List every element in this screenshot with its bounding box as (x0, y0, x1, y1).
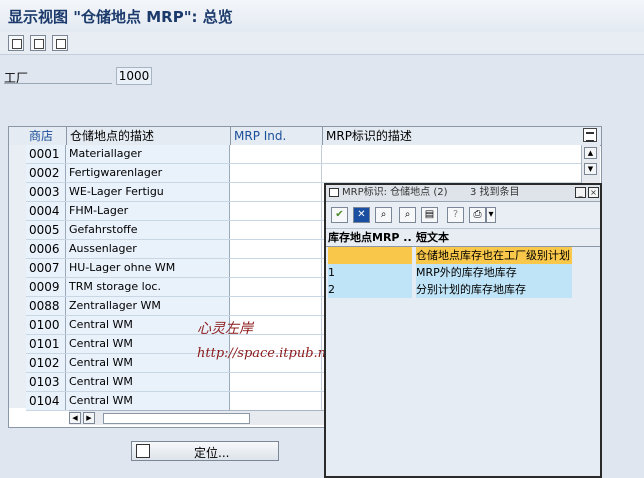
popup-list-item[interactable]: 仓储地点库存也在工厂级别计划 (326, 247, 600, 264)
position-button-label: 定位... (194, 446, 230, 460)
mrp-ind-cell[interactable] (230, 145, 322, 163)
popup-code-cell[interactable]: 1 (328, 264, 412, 281)
mrp-ind-cell[interactable] (230, 297, 322, 315)
table-settings-icon[interactable] (583, 128, 597, 142)
scroll-up-icon[interactable]: ▲ (584, 147, 597, 159)
mrp-ind-cell[interactable] (230, 392, 322, 410)
column-header-description[interactable]: 仓储地点的描述 (67, 127, 231, 145)
store-cell[interactable]: 0104 (26, 392, 66, 410)
description-cell[interactable]: Fertigwarenlager (66, 164, 230, 182)
export-icon[interactable] (52, 35, 68, 51)
plant-value-field: 1000 (116, 67, 152, 85)
scroll-down-icon[interactable]: ▼ (584, 163, 597, 175)
description-cell[interactable]: Central WM (66, 373, 230, 391)
horizontal-scroll-thumb[interactable] (103, 413, 250, 424)
store-cell[interactable]: 0088 (26, 297, 66, 315)
store-cell[interactable]: 0002 (26, 164, 66, 182)
store-cell[interactable]: 0101 (26, 335, 66, 353)
column-header-store[interactable]: 商店 (26, 127, 67, 145)
help-icon[interactable]: ? (447, 207, 464, 223)
store-cell[interactable]: 0100 (26, 316, 66, 334)
description-cell[interactable]: Materiallager (66, 145, 230, 163)
print-icon[interactable]: ⎙ (469, 207, 486, 223)
mrp-ind-cell[interactable] (230, 221, 322, 239)
application-toolbar (0, 32, 644, 55)
print-preview-icon[interactable] (30, 35, 46, 51)
mrp-ind-cell[interactable] (230, 278, 322, 296)
position-icon (136, 444, 150, 458)
popup-column-mrp[interactable]: 库存地点MRP ... (328, 230, 412, 246)
mrp-ind-cell[interactable] (230, 373, 322, 391)
popup-text-cell[interactable]: 分别计划的库存地库存 (416, 281, 572, 298)
table-row[interactable]: 0002 Fertigwarenlager (26, 164, 581, 183)
store-cell[interactable]: 0006 (26, 240, 66, 258)
restrict-values-icon[interactable]: ▤ (421, 207, 438, 223)
popup-text-cell[interactable]: MRP外的库存地库存 (416, 264, 572, 281)
row-selector-column[interactable] (9, 145, 27, 408)
description-cell[interactable]: Central WM (66, 392, 230, 410)
store-cell[interactable]: 0003 (26, 183, 66, 201)
description-cell[interactable]: Gefahrstoffe (66, 221, 230, 239)
store-cell[interactable]: 0001 (26, 145, 66, 163)
popup-list-item[interactable]: 2 分别计划的库存地库存 (326, 281, 600, 298)
popup-table-header: 库存地点MRP ... 短文本 (326, 230, 600, 247)
table-row[interactable]: 0001 Materiallager (26, 145, 581, 164)
cancel-icon[interactable]: ✕ (353, 207, 370, 223)
description-cell[interactable]: WE-Lager Fertigu (66, 183, 230, 201)
popup-entry-count: 3 找到条目 (470, 187, 520, 198)
details-icon[interactable] (8, 35, 24, 51)
minimize-icon[interactable]: _ (575, 187, 586, 198)
store-cell[interactable]: 0102 (26, 354, 66, 372)
popup-title-bar: MRP标识: 仓储地点 (2) 3 找到条目 _ × (326, 185, 600, 202)
popup-title: MRP标识: 仓储地点 (2) (342, 187, 448, 198)
description-cell[interactable]: Zentrallager WM (66, 297, 230, 315)
column-header-mrp-desc[interactable]: MRP标识的描述 (323, 127, 581, 145)
column-header-mrp-ind[interactable]: MRP Ind. (231, 127, 323, 145)
description-cell[interactable]: HU-Lager ohne WM (66, 259, 230, 277)
popup-window-icon (329, 188, 339, 197)
popup-list-item[interactable]: 1 MRP外的库存地库存 (326, 264, 600, 281)
mrp-desc-cell[interactable] (322, 164, 581, 182)
description-cell[interactable]: TRM storage loc. (66, 278, 230, 296)
store-cell[interactable]: 0005 (26, 221, 66, 239)
print-dropdown-icon[interactable]: ▾ (486, 207, 496, 223)
scroll-left-icon[interactable]: ◀ (69, 412, 81, 424)
popup-column-short-text[interactable]: 短文本 (416, 230, 572, 246)
store-cell[interactable]: 0103 (26, 373, 66, 391)
scroll-right-icon[interactable]: ▶ (83, 412, 95, 424)
table-header: 商店 仓储地点的描述 MRP Ind. MRP标识的描述 (9, 127, 601, 146)
page-title: 显示视图 "仓储地点 MRP": 总览 (8, 8, 233, 26)
popup-code-cell[interactable] (328, 247, 412, 264)
description-cell[interactable]: FHM-Lager (66, 202, 230, 220)
mrp-ind-cell[interactable] (230, 259, 322, 277)
store-cell[interactable]: 0009 (26, 278, 66, 296)
find-next-icon[interactable]: ⌕ (399, 207, 416, 223)
watermark-name: 心灵左岸 (197, 321, 253, 337)
store-cell[interactable]: 0004 (26, 202, 66, 220)
description-cell[interactable]: Aussenlager (66, 240, 230, 258)
plant-underline (4, 83, 112, 84)
store-cell[interactable]: 0007 (26, 259, 66, 277)
confirm-checkmark-icon[interactable]: ✔ (331, 207, 348, 223)
mrp-desc-cell[interactable] (322, 145, 581, 163)
title-bar: 显示视图 "仓储地点 MRP": 总览 (0, 0, 644, 33)
close-icon[interactable]: × (588, 187, 599, 198)
mrp-ind-cell[interactable] (230, 202, 322, 220)
mrp-ind-cell[interactable] (230, 240, 322, 258)
popup-text-cell[interactable]: 仓储地点库存也在工厂级别计划 (416, 247, 572, 264)
popup-toolbar: ✔ ✕ ⌕ ⌕ ▤ ? ⎙ ▾ (326, 202, 600, 229)
position-button[interactable]: 定位... (131, 441, 279, 461)
mrp-ind-cell[interactable] (230, 183, 322, 201)
mrp-ind-cell[interactable] (230, 164, 322, 182)
find-icon[interactable]: ⌕ (375, 207, 392, 223)
popup-code-cell[interactable]: 2 (328, 281, 412, 298)
f4-help-popup: MRP标识: 仓储地点 (2) 3 找到条目 _ × ✔ ✕ ⌕ ⌕ ▤ ? ⎙… (324, 183, 602, 478)
